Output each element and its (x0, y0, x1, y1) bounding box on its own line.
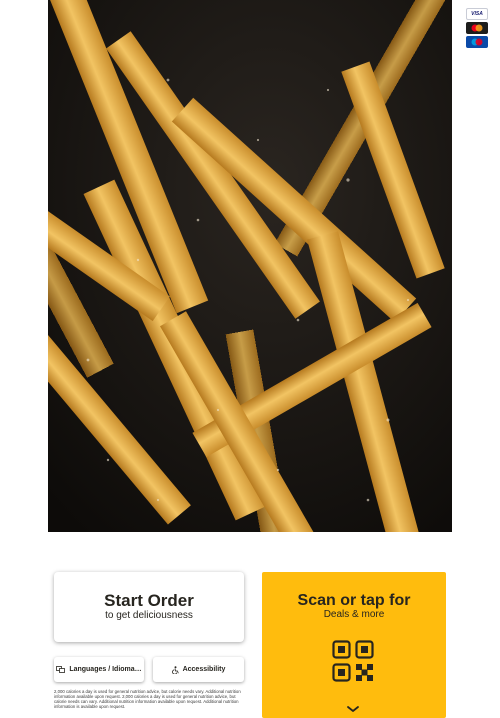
languages-label: Languages / Idioma… (69, 666, 142, 673)
visa-card-icon: VISA (466, 8, 488, 20)
accessibility-icon (171, 665, 179, 674)
qr-code-icon (332, 640, 374, 682)
mastercard-icon (466, 22, 488, 34)
start-order-title: Start Order (104, 591, 194, 610)
fries-photo (48, 0, 452, 532)
scan-or-tap-panel[interactable]: Scan or tap for Deals & more (262, 572, 446, 718)
start-order-subtitle: to get deliciousness (105, 610, 193, 621)
maestro-card-icon (466, 36, 488, 48)
accessibility-label: Accessibility (182, 666, 226, 673)
languages-button[interactable]: Languages / Idioma… (54, 657, 144, 682)
scan-subtitle: Deals & more (323, 609, 385, 620)
nutrition-disclaimer: 2,000 calories a day is used for general… (54, 689, 241, 709)
payment-cards: VISA (466, 8, 488, 48)
hero-image (48, 0, 452, 532)
language-icon (56, 666, 66, 673)
accessibility-button[interactable]: Accessibility (153, 657, 244, 682)
kiosk-screen: VISA Start Order to get deliciousness La… (0, 0, 500, 718)
scan-title: Scan or tap for (297, 592, 411, 609)
start-order-button[interactable]: Start Order to get deliciousness (54, 572, 244, 642)
chevron-down-icon[interactable] (346, 705, 360, 713)
